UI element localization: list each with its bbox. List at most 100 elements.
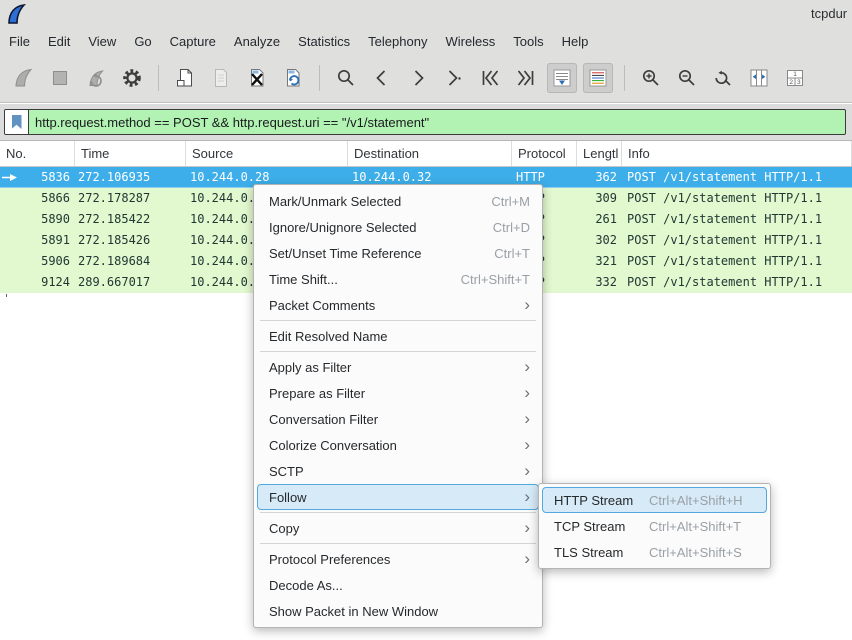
first-packet-icon: [479, 67, 501, 89]
file-reload-icon: [282, 67, 304, 89]
context-menu-item-set-unset-time-reference[interactable]: Set/Unset Time Reference Ctrl+T: [257, 240, 539, 266]
capture-options-button[interactable]: [117, 63, 147, 93]
column-header-no[interactable]: No.: [0, 141, 75, 166]
column-header-info[interactable]: Info: [622, 141, 852, 166]
menu-item-label: TCP Stream: [554, 519, 649, 534]
menu-wireless[interactable]: Wireless: [436, 31, 504, 52]
cell-info: POST /v1/statement HTTP/1.1: [627, 230, 852, 251]
auto-scroll-icon: [551, 67, 573, 89]
last-packet-icon: [515, 67, 537, 89]
menu-capture[interactable]: Capture: [161, 31, 225, 52]
toolbar-separator: [158, 65, 159, 91]
menu-item-label: SCTP: [269, 464, 304, 479]
svg-text:2: 2: [789, 79, 793, 86]
column-header-destination[interactable]: Destination: [348, 141, 512, 166]
context-menu-item-time-shift[interactable]: Time Shift... Ctrl+Shift+T: [257, 266, 539, 292]
go-to-packet-button[interactable]: [439, 63, 469, 93]
menu-item-label: Prepare as Filter: [269, 386, 365, 401]
context-menu-item-colorize-conversation[interactable]: Colorize Conversation ›: [257, 432, 539, 458]
column-header-source[interactable]: Source: [186, 141, 348, 166]
cell-no: 5836: [0, 167, 70, 188]
submenu-item-http-stream[interactable]: HTTP Stream Ctrl+Alt+Shift+H: [542, 487, 767, 513]
cell-info: POST /v1/statement HTTP/1.1: [627, 167, 852, 188]
context-menu-item-protocol-preferences[interactable]: Protocol Preferences ›: [257, 546, 539, 572]
zoom-reset-button[interactable]: [708, 63, 738, 93]
display-filter-input[interactable]: http.request.method == POST && http.requ…: [4, 109, 846, 135]
file-save-button[interactable]: [206, 63, 236, 93]
layout-123-icon: 1 2 3: [784, 67, 806, 89]
cell-no: 5891: [0, 230, 70, 251]
submenu-arrow-icon: ›: [524, 461, 530, 481]
menu-item-shortcut: Ctrl+Shift+T: [461, 272, 530, 287]
filter-expression: http.request.method == POST && http.requ…: [29, 115, 429, 130]
cell-no: 5890: [0, 209, 70, 230]
layout-button[interactable]: 1 2 3: [780, 63, 810, 93]
go-back-button[interactable]: [367, 63, 397, 93]
zoom-in-button[interactable]: [636, 63, 666, 93]
auto-scroll-toggle[interactable]: [547, 63, 577, 93]
menu-analyze[interactable]: Analyze: [225, 31, 289, 52]
svg-text:1: 1: [793, 71, 797, 78]
file-reload-button[interactable]: [278, 63, 308, 93]
cell-time: 272.106935: [78, 167, 186, 188]
titlebar: tcpdur: [0, 0, 852, 28]
context-menu-item-apply-as-filter[interactable]: Apply as Filter ›: [257, 354, 539, 380]
context-menu-item-follow[interactable]: Follow ›: [257, 484, 539, 510]
menu-item-label: Mark/Unmark Selected: [269, 194, 401, 209]
go-forward-button[interactable]: [403, 63, 433, 93]
context-menu-item-decode-as[interactable]: Decode As...: [257, 572, 539, 598]
context-menu-item-conversation-filter[interactable]: Conversation Filter ›: [257, 406, 539, 432]
menu-separator: [260, 512, 536, 513]
menu-item-shortcut: Ctrl+Alt+Shift+H: [649, 493, 743, 508]
menu-telephony[interactable]: Telephony: [359, 31, 436, 52]
capture-start-button[interactable]: [9, 63, 39, 93]
submenu-item-tcp-stream[interactable]: TCP Stream Ctrl+Alt+Shift+T: [542, 513, 767, 539]
menu-item-label: Show Packet in New Window: [269, 604, 438, 619]
column-header-time[interactable]: Time: [75, 141, 186, 166]
colorize-toggle[interactable]: [583, 63, 613, 93]
chevron-right-icon: [407, 67, 429, 89]
menu-view[interactable]: View: [79, 31, 125, 52]
file-close-button[interactable]: [242, 63, 272, 93]
menu-item-label: Set/Unset Time Reference: [269, 246, 421, 261]
context-menu-item-sctp[interactable]: SCTP ›: [257, 458, 539, 484]
file-open-button[interactable]: [170, 63, 200, 93]
menu-item-label: Conversation Filter: [269, 412, 378, 427]
context-menu-item-mark-unmark-selected[interactable]: Mark/Unmark Selected Ctrl+M: [257, 188, 539, 214]
menu-item-label: Apply as Filter: [269, 360, 351, 375]
column-header-length[interactable]: Lengtl: [577, 141, 622, 166]
context-menu-item-copy[interactable]: Copy ›: [257, 515, 539, 541]
submenu-item-tls-stream[interactable]: TLS Stream Ctrl+Alt+Shift+S: [542, 539, 767, 565]
capture-stop-button[interactable]: [45, 63, 75, 93]
capture-restart-button[interactable]: [81, 63, 111, 93]
find-packet-button[interactable]: [331, 63, 361, 93]
menu-go[interactable]: Go: [125, 31, 160, 52]
file-save-icon: [210, 67, 232, 89]
context-menu-item-prepare-as-filter[interactable]: Prepare as Filter ›: [257, 380, 539, 406]
zoom-out-icon: [676, 67, 698, 89]
menu-statistics[interactable]: Statistics: [289, 31, 359, 52]
context-menu-item-edit-resolved-name[interactable]: Edit Resolved Name: [257, 323, 539, 349]
menubar: File Edit View Go Capture Analyze Statis…: [0, 28, 852, 54]
go-first-packet-button[interactable]: [475, 63, 505, 93]
menu-tools[interactable]: Tools: [504, 31, 552, 52]
context-menu-item-packet-comments[interactable]: Packet Comments ›: [257, 292, 539, 318]
cell-info: POST /v1/statement HTTP/1.1: [627, 251, 852, 272]
cell-length: 332: [577, 272, 617, 293]
cell-length: 261: [577, 209, 617, 230]
menu-item-label: Packet Comments: [269, 298, 375, 313]
resize-columns-button[interactable]: [744, 63, 774, 93]
column-header-protocol[interactable]: Protocol: [512, 141, 577, 166]
context-menu: Mark/Unmark Selected Ctrl+M Ignore/Unign…: [253, 184, 543, 628]
filter-bookmark-button[interactable]: [5, 110, 29, 134]
submenu-arrow-icon: ›: [524, 487, 530, 507]
go-last-packet-button[interactable]: [511, 63, 541, 93]
menu-file[interactable]: File: [0, 31, 39, 52]
context-menu-item-ignore-unignore-selected[interactable]: Ignore/Unignore Selected Ctrl+D: [257, 214, 539, 240]
cell-length: 362: [577, 167, 617, 188]
menu-edit[interactable]: Edit: [39, 31, 79, 52]
zoom-out-button[interactable]: [672, 63, 702, 93]
menu-help[interactable]: Help: [553, 31, 598, 52]
submenu-arrow-icon: ›: [524, 409, 530, 429]
context-menu-item-show-packet-in-new-window[interactable]: Show Packet in New Window: [257, 598, 539, 624]
